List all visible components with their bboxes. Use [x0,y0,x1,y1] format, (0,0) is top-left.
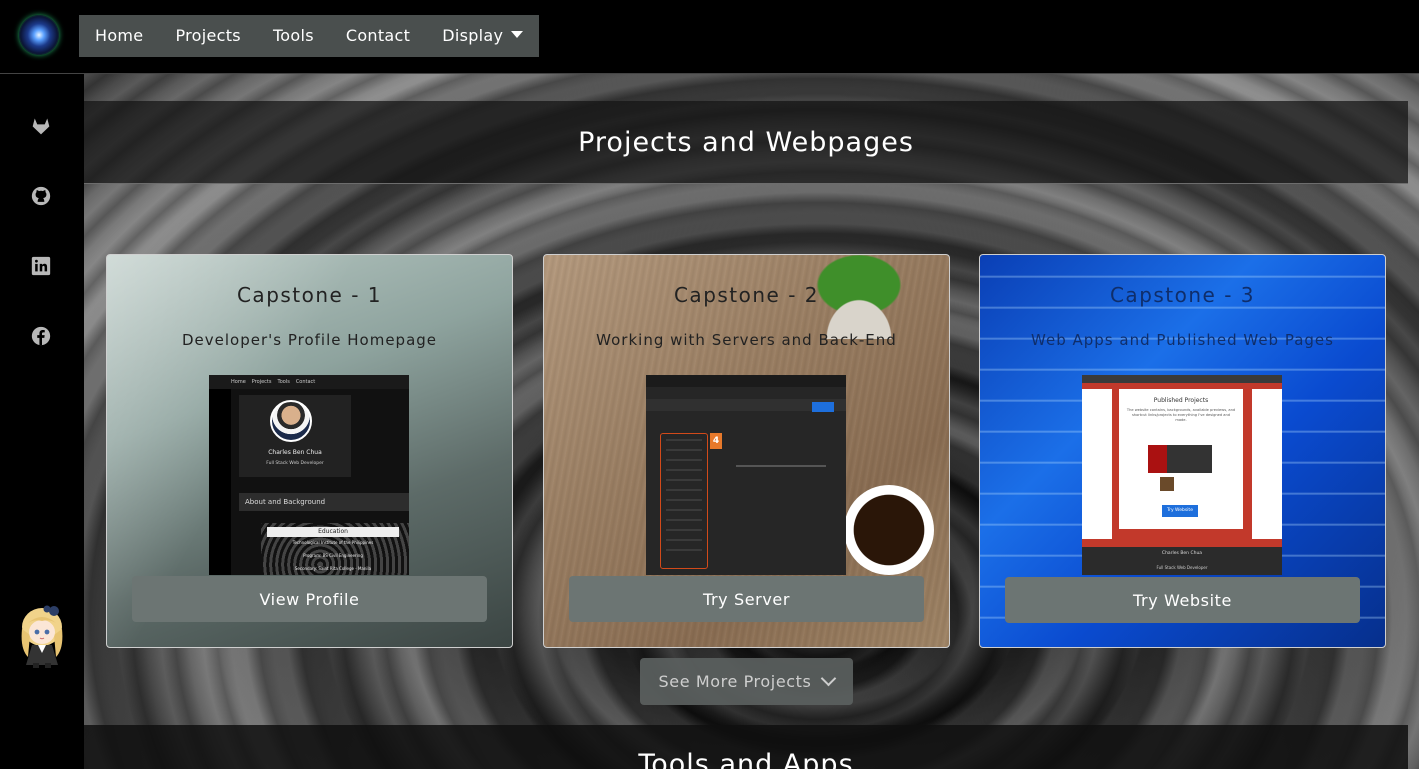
view-profile-button[interactable]: View Profile [132,576,487,622]
preview-nav-tools: Tools [277,379,290,385]
chibi-avatar[interactable] [16,601,68,669]
preview-role: Full Stack Web Developer [266,461,324,466]
project-card-3: Capstone - 3 Web Apps and Published Web … [979,254,1386,648]
project-card-2: Capstone - 2 Working with Servers and Ba… [543,254,950,648]
card-title: Capstone - 3 [1109,283,1256,307]
caret-down-icon [511,31,524,38]
try-server-button[interactable]: Try Server [569,576,924,622]
preview-try-website: Try Website [1162,505,1198,517]
preview-portrait [270,400,312,442]
preview-name: Charles Ben Chua [268,449,322,456]
facebook-icon[interactable] [31,326,51,346]
tools-title: Tools and Apps [638,749,854,769]
card-subtitle: Developer's Profile Homepage [181,331,438,349]
preview-badge: 4 [710,433,722,449]
nav-home[interactable]: Home [79,15,159,57]
card-subtitle: Working with Servers and Back-End [596,331,897,349]
see-more-label: See More Projects [658,672,812,691]
nav-display-dropdown[interactable]: Display [426,15,539,57]
card-subtitle: Web Apps and Published Web Pages [1031,331,1334,349]
preview-role: Full Stack Web Developer [1156,565,1208,570]
site-logo[interactable] [19,15,59,55]
tools-section-header: Tools and Apps [84,725,1408,769]
nav-menu: Home Projects Tools Contact Display [79,15,539,57]
preview-nav-contact: Contact [295,379,316,385]
see-more-projects-button[interactable]: See More Projects [640,658,853,705]
cup-decoration [844,485,934,575]
profile-preview-screenshot: Home Projects Tools Contact Charles Ben … [209,375,409,575]
preview-line-2: Program: BS Civil Engineering [303,553,363,558]
nav-display-label: Display [442,26,504,45]
gitlab-icon[interactable] [31,116,51,136]
preview-line-1: Technological Institute of the Philippin… [292,540,374,545]
try-website-button[interactable]: Try Website [1005,577,1360,623]
preview-nav-home: Home [231,379,246,385]
project-card-1: Capstone - 1 Developer's Profile Homepag… [106,254,513,648]
preview-section: About and Background [239,493,409,511]
card-title: Capstone - 2 [673,283,820,307]
top-navbar: Home Projects Tools Contact Display [0,0,1419,74]
projects-section-header: Projects and Webpages [84,101,1408,184]
server-preview-screenshot: 4 [646,375,846,575]
social-sidebar [0,74,83,730]
chevron-down-icon [821,670,837,687]
nav-contact[interactable]: Contact [330,15,426,57]
preview-text: The website contains, backgrounds, avail… [1126,408,1236,422]
card-title: Capstone - 1 [236,283,383,307]
website-preview-screenshot: Published Projects The website contains,… [1082,375,1282,575]
preview-heading: Published Projects [1153,397,1209,404]
preview-box-title: Education [267,527,399,537]
nav-projects[interactable]: Projects [159,15,256,57]
projects-title: Projects and Webpages [578,126,914,158]
preview-line-3: Secondary: Saint Rita College - Manila [294,566,372,571]
nav-tools[interactable]: Tools [257,15,330,57]
linkedin-icon[interactable] [31,256,51,276]
preview-name: Charles Ben Chua [1161,551,1203,556]
preview-nav-projects: Projects [251,379,272,385]
github-icon[interactable] [31,186,51,206]
